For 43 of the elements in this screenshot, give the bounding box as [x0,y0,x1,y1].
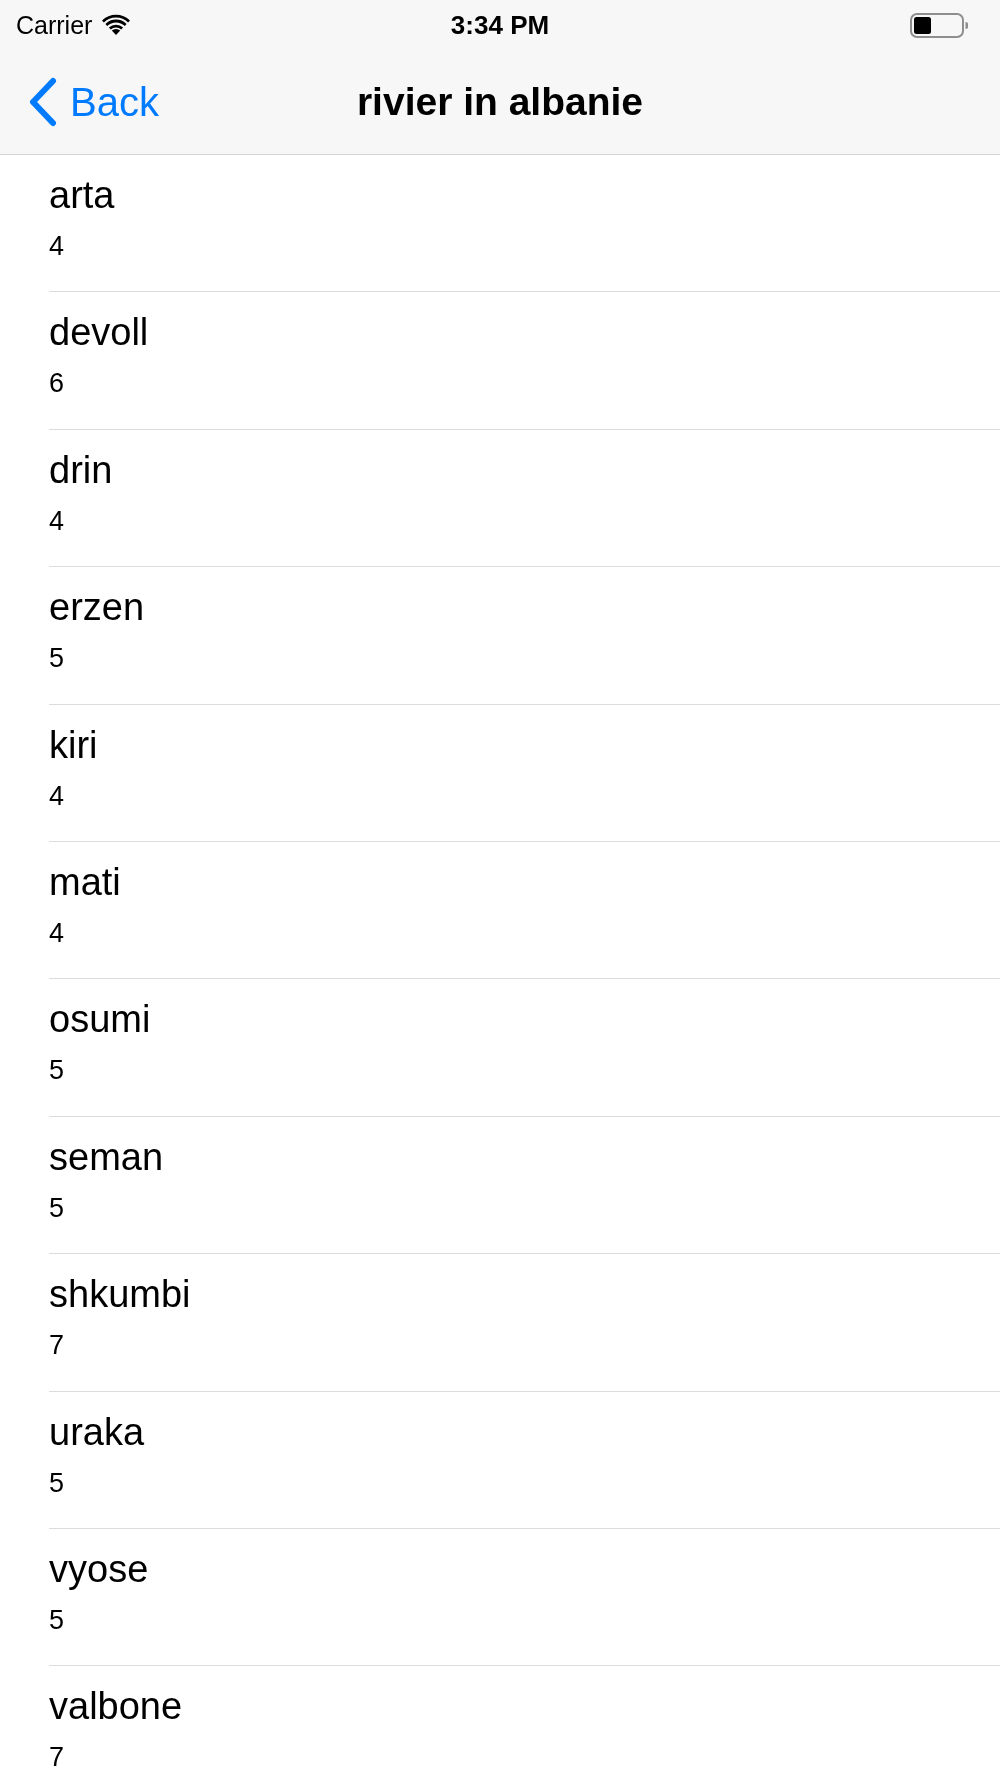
list-row[interactable]: shkumbi 7 [0,1254,1000,1392]
row-title: devoll [49,310,149,356]
row-subtitle: 4 [49,230,65,263]
list-row[interactable]: mati 4 [0,841,1000,980]
carrier-label: Carrier [16,10,93,40]
wifi-icon [102,14,131,36]
row-subtitle: 4 [49,504,65,538]
list-row[interactable]: seman 5 [0,1116,1000,1255]
list-row[interactable]: devoll 6 [0,292,1000,430]
row-title: mati [49,859,121,905]
list-row[interactable]: drin 4 [0,429,1000,568]
row-subtitle: 4 [49,779,65,813]
list-row[interactable]: arta 4 [0,155,1000,293]
row-subtitle: 5 [49,642,65,676]
row-subtitle: 6 [49,367,65,401]
list-row[interactable]: valbone 7 [0,1666,1000,1778]
row-subtitle: 7 [49,1329,65,1363]
row-title: arta [49,173,115,218]
row-title: valbone [49,1684,183,1730]
row-title: kiri [49,722,98,768]
list-row[interactable]: kiri 4 [0,704,1000,842]
list-row[interactable]: uraka 5 [0,1391,1000,1529]
chevron-left-icon [28,77,58,127]
list-row[interactable]: vyose 5 [0,1528,1000,1667]
row-subtitle: 5 [49,1191,65,1225]
row-subtitle: 5 [49,1603,65,1637]
clock-time: 3:34 PM [450,10,550,40]
row-title: erzen [49,585,145,631]
row-title: drin [49,447,113,493]
row-subtitle: 4 [49,916,65,950]
row-title: seman [49,1134,164,1180]
list-row[interactable]: erzen 5 [0,567,1000,705]
back-button[interactable]: Back [28,77,159,127]
row-title: uraka [49,1409,145,1455]
row-title: vyose [49,1546,149,1592]
row-title: shkumbi [49,1272,191,1318]
battery-icon [910,12,968,38]
row-subtitle: 5 [49,1054,65,1088]
row-title: osumi [49,997,151,1043]
row-subtitle: 5 [49,1466,65,1500]
screen-title: rivier in albanie [356,79,644,125]
list-row[interactable]: osumi 5 [0,979,1000,1117]
row-subtitle: 7 [49,1741,65,1775]
